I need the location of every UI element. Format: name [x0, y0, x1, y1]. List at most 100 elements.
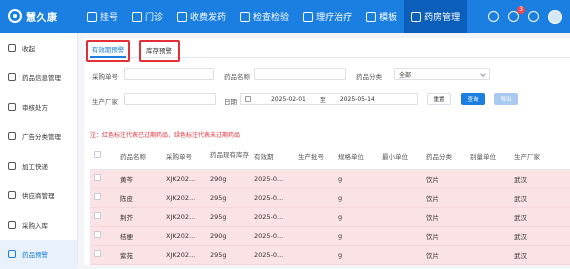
bell-icon[interactable]: 3	[508, 11, 519, 22]
table-cell: 紫苑	[116, 245, 162, 264]
table-cell: XJK202...	[162, 245, 206, 264]
drug-name-label: 药品名称	[224, 71, 250, 81]
table-cell: 2025-0...	[250, 188, 294, 207]
highlight-box	[139, 40, 180, 62]
checkbox-icon	[94, 151, 101, 158]
col-batch[interactable]: 生产批号	[294, 143, 334, 169]
logo[interactable]: 慧久康	[8, 6, 58, 26]
table-cell: 290g	[206, 169, 250, 188]
col-min-unit[interactable]: 最小单位	[378, 143, 422, 169]
row-checkbox[interactable]	[90, 207, 116, 226]
nav-pharmacy[interactable]: 药房管理	[404, 0, 467, 33]
table-cell	[466, 245, 510, 264]
nav-therapy[interactable]: 理疗治疗	[296, 0, 359, 33]
export-button[interactable]: 导出	[494, 93, 518, 105]
table-cell: 武汉	[510, 245, 570, 264]
col-category[interactable]: 药品分类	[422, 143, 466, 169]
col-spec-unit[interactable]: 规格单位	[334, 143, 378, 169]
table-cell	[378, 169, 422, 188]
audit-icon	[8, 103, 16, 111]
col-dose-unit[interactable]: 别量单位	[466, 143, 510, 169]
chevron-down-icon	[480, 71, 486, 77]
sidebar: 收起 药品信息管理 审核处方 广告分类管理 加工快递 供应商管理 采购入库 药品…	[0, 33, 78, 265]
table-cell: XJK202...	[162, 169, 206, 188]
manufacturer-input[interactable]	[124, 93, 216, 105]
sidebar-item-purchase[interactable]: 采购入库	[0, 210, 77, 240]
table-cell: 290g	[206, 226, 250, 245]
sidebar-item-process[interactable]: 加工快递	[0, 151, 77, 181]
col-manufacturer[interactable]: 生产厂家	[510, 143, 570, 169]
table-cell	[294, 188, 334, 207]
query-button[interactable]: 查询	[461, 93, 485, 105]
sidebar-item-collapse[interactable]: 收起	[0, 33, 77, 63]
table-row[interactable]: 黄芩XJK202...290g2025-0...g饮片武汉	[90, 169, 570, 188]
avatar[interactable]	[548, 10, 562, 24]
table-cell: 荆芥	[116, 207, 162, 226]
ad-category-icon	[8, 132, 16, 140]
home-icon[interactable]	[488, 11, 499, 22]
table-cell: 295g	[206, 207, 250, 226]
warning-icon	[8, 250, 16, 258]
nav-label: 挂号	[100, 10, 118, 23]
sidebar-item-label: 药品预警	[22, 249, 48, 259]
table-cell: 武汉	[510, 207, 570, 226]
reset-button[interactable]: 重置	[427, 93, 451, 105]
manufacturer-label: 生产厂家	[92, 96, 118, 106]
legend-note: 注：红色标注代表已过期药品，绿色标注代表未过期药品	[90, 130, 240, 139]
table-cell	[294, 245, 334, 264]
settings-icon[interactable]	[528, 11, 539, 22]
table-cell: 武汉	[510, 188, 570, 207]
col-drug-name[interactable]: 药品名称	[116, 143, 162, 169]
sidebar-item-audit[interactable]: 审核处方	[0, 92, 77, 122]
purchase-no-input[interactable]	[124, 68, 214, 80]
table-row[interactable]: 陈皮XJK202...295g2025-0...g饮片武汉	[90, 188, 570, 207]
nav-cashier[interactable]: 收费发药	[170, 0, 233, 33]
nav-label: 收费发药	[190, 10, 226, 23]
table-cell: 武汉	[510, 169, 570, 188]
col-expiry[interactable]: 有效期	[250, 143, 294, 169]
table-cell	[378, 226, 422, 245]
row-checkbox[interactable]	[90, 169, 116, 188]
category-select[interactable]: 全部	[394, 68, 490, 80]
table-cell: 饮片	[422, 245, 466, 264]
row-checkbox[interactable]	[90, 226, 116, 245]
table-cell: g	[334, 245, 378, 264]
sidebar-item-supplier[interactable]: 供应商管理	[0, 181, 77, 211]
logo-text: 慧久康	[26, 9, 58, 24]
nav-clinic[interactable]: 门诊	[125, 0, 170, 33]
select-all-checkbox[interactable]	[90, 143, 116, 169]
sidebar-item-label: 广告分类管理	[22, 131, 61, 141]
checkbox-icon	[94, 231, 101, 238]
table-cell: 桔梗	[116, 226, 162, 245]
sidebar-item-label: 药品信息管理	[22, 72, 61, 82]
checkbox-icon	[94, 174, 101, 181]
table-row[interactable]: 桔梗XJK202...290g2025-0...g饮片武汉	[90, 226, 570, 245]
table-cell: 295g	[206, 188, 250, 207]
clinic-icon	[132, 12, 142, 22]
table-row[interactable]: 荆芥XJK202...295g2025-0...g饮片武汉	[90, 207, 570, 226]
category-value: 全部	[399, 70, 411, 79]
table-cell: 2025-0...	[250, 169, 294, 188]
drug-name-input[interactable]	[254, 68, 346, 80]
row-checkbox[interactable]	[90, 245, 116, 264]
nav-lab[interactable]: 检查检验	[233, 0, 296, 33]
drug-warning-table: 药品名称 采购单号 药品现有库存 有效期 生产批号 规格单位 最小单位 药品分类…	[90, 143, 570, 265]
category-label: 药品分类	[356, 71, 382, 81]
pharmacy-icon	[411, 12, 421, 22]
table-row[interactable]: 紫苑XJK202...295g2025-0...g饮片武汉	[90, 245, 570, 264]
table-body: 黄芩XJK202...290g2025-0...g饮片武汉陈皮XJK202...…	[90, 169, 570, 264]
date-start: 2025-02-01	[271, 96, 306, 103]
calendar-icon	[245, 96, 251, 102]
col-purchase-no[interactable]: 采购单号	[162, 143, 206, 169]
col-stock[interactable]: 药品现有库存	[206, 143, 250, 169]
nav-register[interactable]: 挂号	[80, 0, 125, 33]
sidebar-item-ad-category[interactable]: 广告分类管理	[0, 122, 77, 152]
date-label: 日期	[224, 96, 237, 106]
date-range-picker[interactable]: 2025-02-01 至 2025-05-14	[240, 93, 418, 105]
nav-label: 检查检验	[253, 10, 289, 23]
nav-template[interactable]: 模板	[359, 0, 404, 33]
sidebar-item-drug-info[interactable]: 药品信息管理	[0, 63, 77, 93]
row-checkbox[interactable]	[90, 188, 116, 207]
table-cell: 饮片	[422, 169, 466, 188]
sidebar-item-label: 收起	[22, 43, 35, 53]
